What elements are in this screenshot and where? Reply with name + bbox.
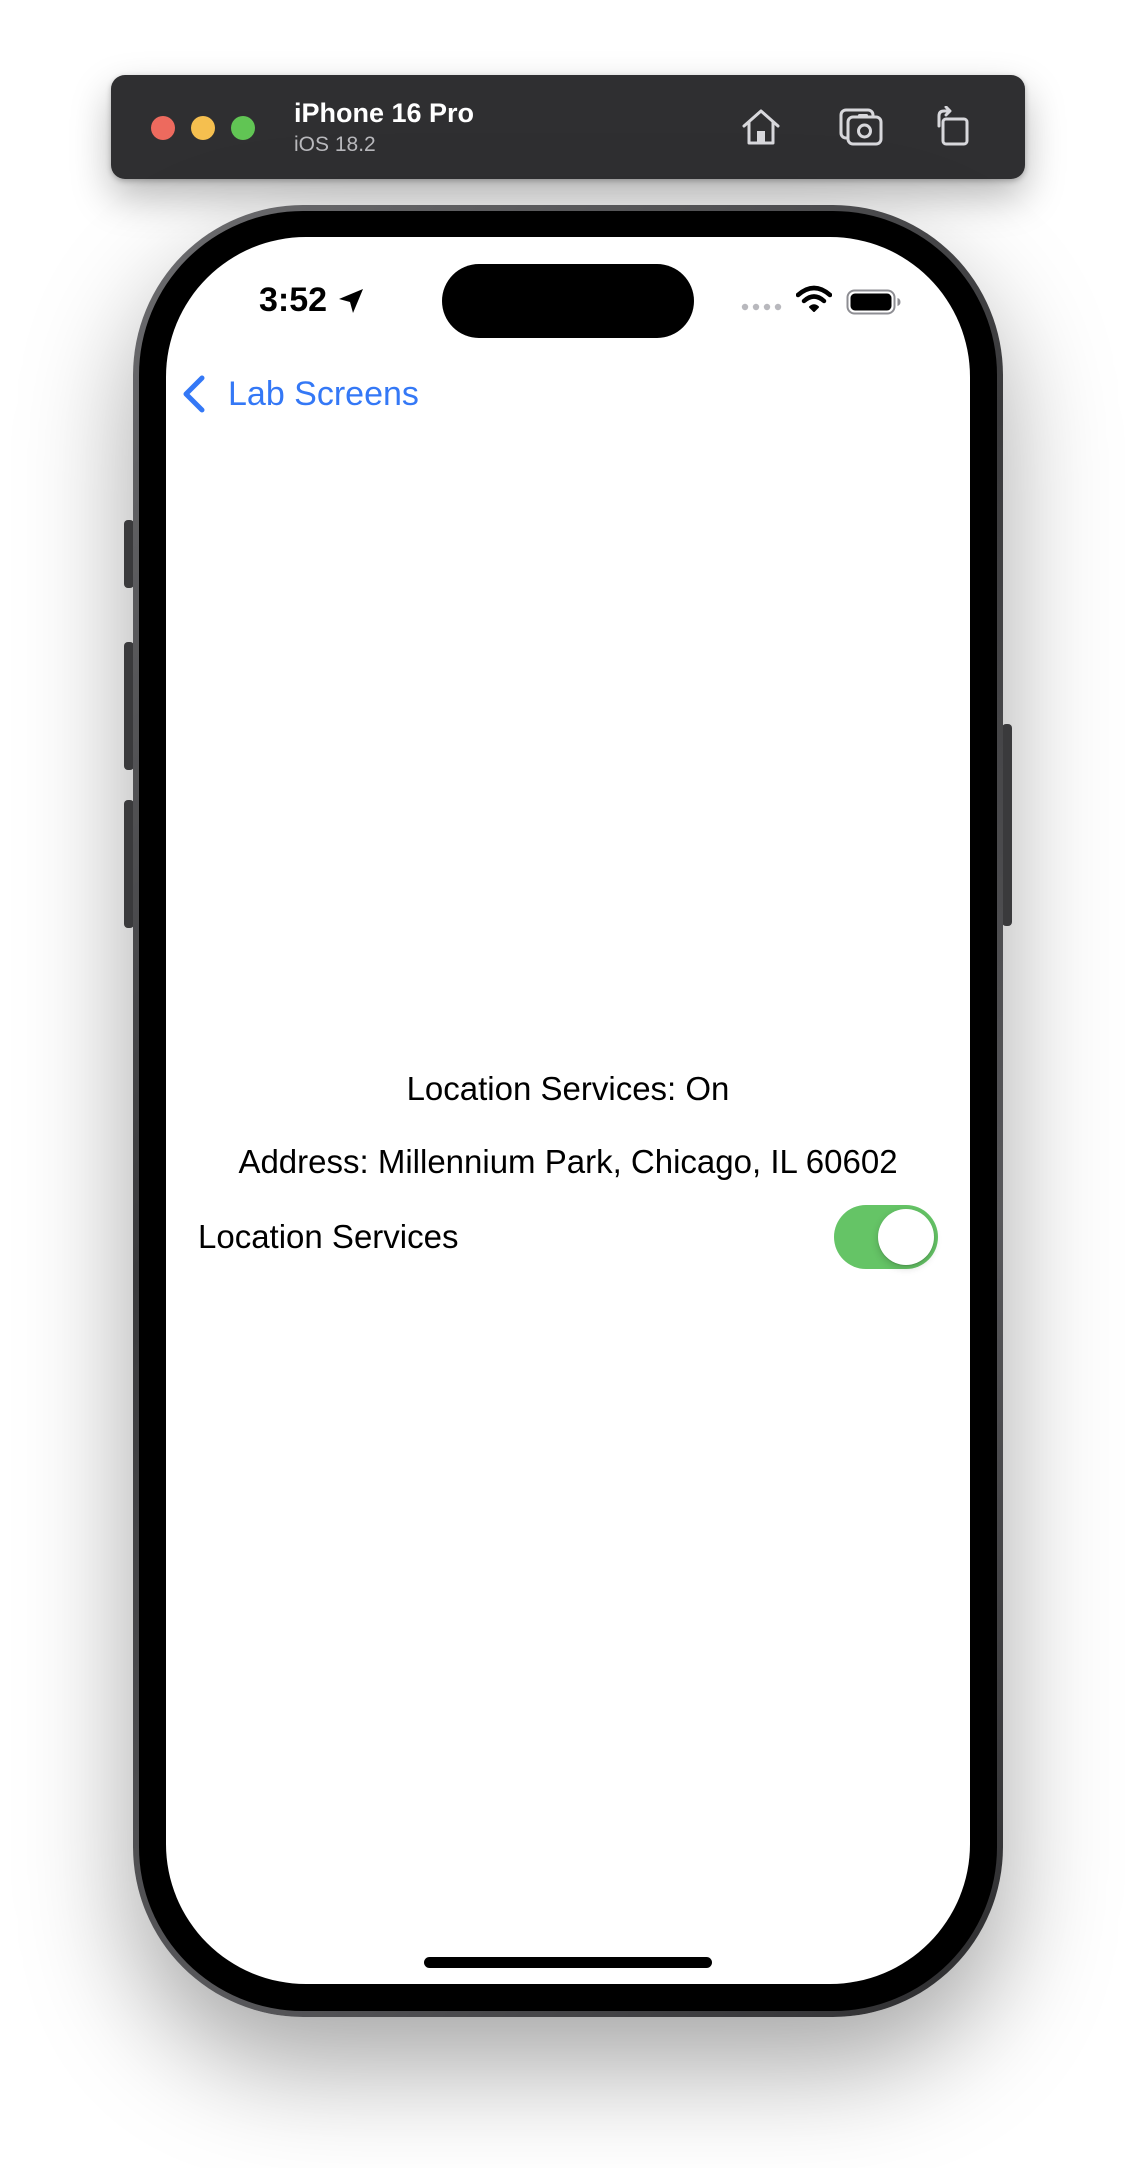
window-minimize-button[interactable] [191, 116, 215, 140]
phone-screen: 3:52 Lab Screens Location Services: On A… [166, 237, 970, 1984]
back-button-label: Lab Screens [228, 374, 419, 413]
power-button [1002, 724, 1012, 926]
address-text: Address: Millennium Park, Chicago, IL 60… [238, 1143, 898, 1180]
battery-icon [846, 289, 901, 315]
rotate-button[interactable] [928, 102, 978, 152]
toggle-knob [878, 1209, 934, 1265]
home-button[interactable] [736, 102, 786, 152]
rotate-icon [937, 106, 969, 146]
screenshot-icon [839, 108, 883, 146]
cellular-signal-icon [741, 303, 782, 311]
location-status-text: Location Services: On [406, 1070, 730, 1107]
home-indicator[interactable] [424, 1957, 712, 1968]
status-bar-time: 3:52 [259, 281, 328, 319]
window-zoom-button[interactable] [231, 116, 255, 140]
chevron-left-icon [183, 375, 205, 413]
window-close-button[interactable] [151, 116, 175, 140]
dynamic-island [442, 264, 694, 338]
wifi-icon [796, 285, 832, 312]
back-button[interactable]: Lab Screens [180, 367, 419, 421]
device-name: iPhone 16 Pro [294, 98, 475, 128]
location-services-row: Location Services [198, 1204, 938, 1270]
os-version: iOS 18.2 [294, 133, 376, 156]
location-arrow-icon [339, 289, 363, 313]
location-services-label: Location Services [198, 1218, 459, 1255]
simulator-toolbar: iPhone 16 Pro iOS 18.2 [111, 75, 1025, 179]
home-icon [742, 109, 780, 145]
screenshot-button[interactable] [836, 102, 886, 152]
location-services-toggle[interactable] [834, 1205, 938, 1269]
